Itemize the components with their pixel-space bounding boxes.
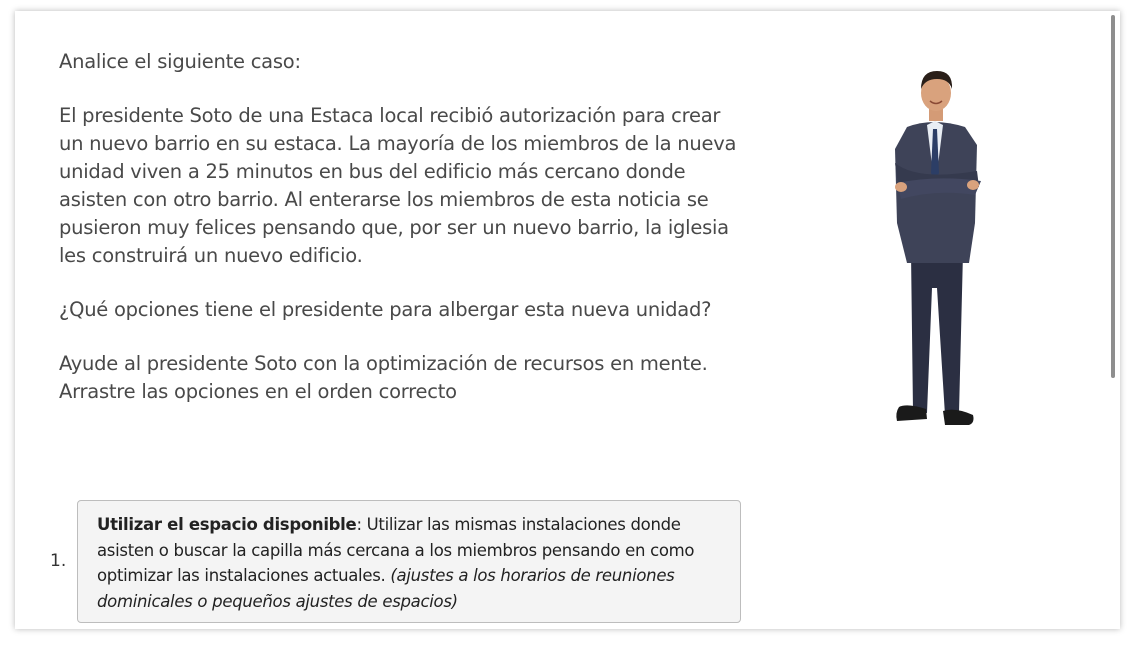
help-line: Ayude al presidente Soto con la optimiza… [59,352,708,375]
scrollbar[interactable] [1111,15,1115,378]
case-description: El presidente Soto de una Estaca local r… [59,104,737,267]
option-separator: : [356,515,367,534]
businessman-icon [895,71,981,425]
question-card: Analice el siguiente caso: El presidente… [15,11,1120,629]
draggable-option[interactable]: Utilizar el espacio disponible: Utilizar… [77,500,741,623]
question-prompt: ¿Qué opciones tiene el presidente para a… [59,298,712,321]
drag-instruction: Arrastre las opciones en el orden correc… [59,380,457,403]
case-intro: Analice el siguiente caso: [59,50,301,73]
option-number: 1. [50,551,67,571]
option-title: Utilizar el espacio disponible [97,515,357,534]
question-text: Analice el siguiente caso: El presidente… [59,48,739,406]
